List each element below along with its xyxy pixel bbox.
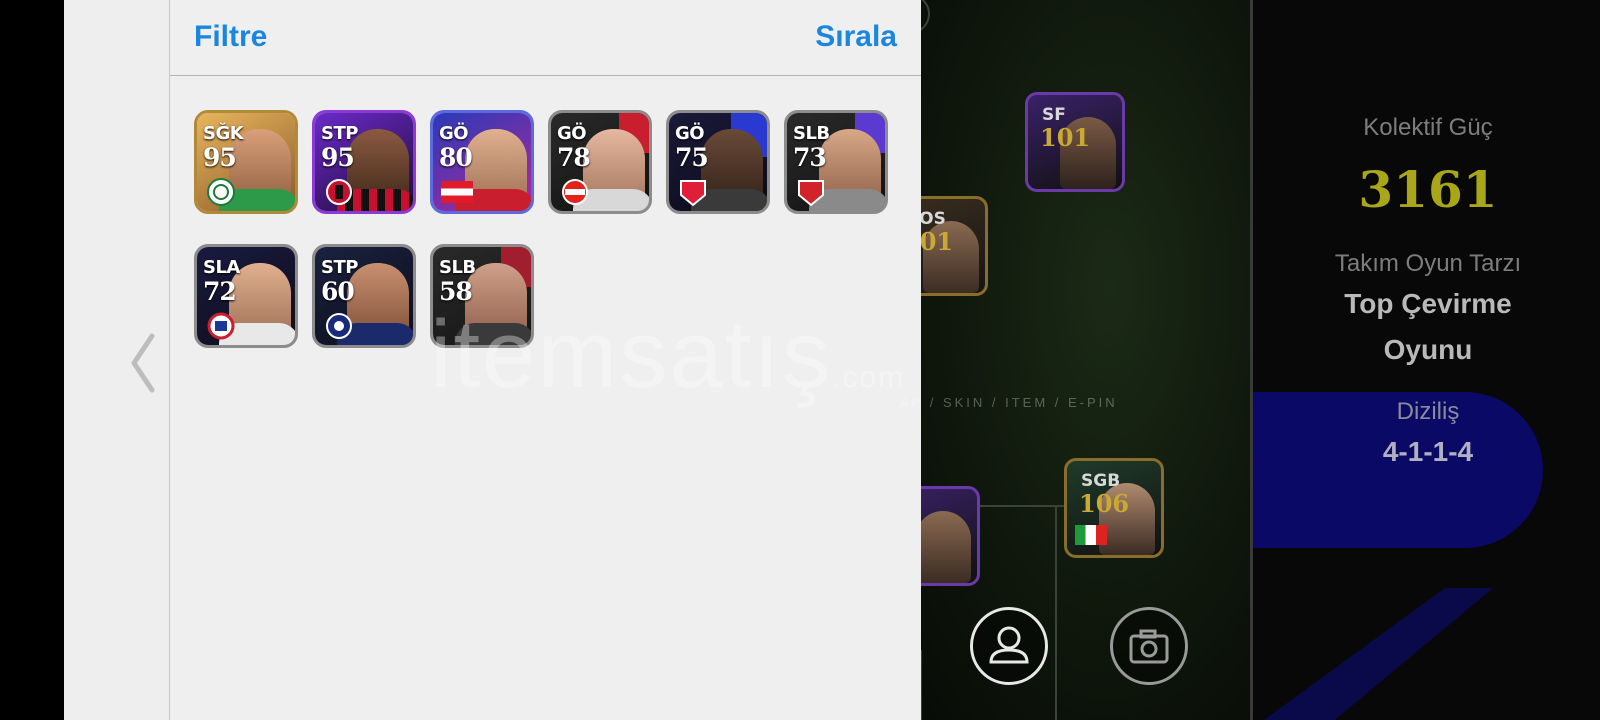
player-card[interactable]: GÖ 78: [548, 110, 652, 214]
player-position: SĞK: [203, 123, 244, 144]
celtic-crest-icon: [207, 178, 235, 206]
team-playstyle-value: Top Çevirme: [1344, 288, 1512, 319]
player-position: SLB: [439, 257, 476, 278]
player-position: SF: [1042, 105, 1066, 125]
player-rating: 73: [793, 143, 827, 172]
player-position: SGB: [1081, 471, 1121, 491]
italy-flag-icon: [1075, 525, 1107, 545]
player-portrait: [915, 511, 971, 583]
player-position: GÖ: [439, 123, 469, 144]
player-card[interactable]: SLB 58: [430, 244, 534, 348]
nordsjaelland-crest-icon: [798, 180, 824, 207]
player-selection-panel: Filtre Sırala SĞK 95 STP 95 GÖ 80 GÖ 78 …: [170, 0, 921, 720]
profile-button[interactable]: [970, 607, 1048, 685]
player-rating: 95: [321, 143, 355, 172]
lille-crest-icon: [680, 180, 706, 207]
player-position: STP: [321, 257, 358, 278]
pitch-line: [1055, 505, 1057, 720]
formation-pitch: SF 101 DOS 101 SGB 106: [900, 0, 1250, 720]
team-playstyle-value-line2: Oyunu: [1383, 334, 1473, 365]
collective-power-label: Kolektif Güç: [1363, 114, 1493, 141]
filter-button[interactable]: Filtre: [194, 20, 267, 54]
player-rating: 101: [1040, 123, 1091, 152]
player-rating: 60: [321, 277, 355, 306]
player-card[interactable]: GÖ 75: [666, 110, 770, 214]
player-position: STP: [321, 123, 358, 144]
player-card[interactable]: STP 95: [312, 110, 416, 214]
player-rating: 72: [203, 277, 237, 306]
sort-button[interactable]: Sırala: [815, 20, 897, 54]
team-player-card[interactable]: SGB 106: [1064, 458, 1164, 558]
collective-power-value: 3161: [1358, 160, 1498, 219]
panel-header: Filtre Sırala: [170, 0, 921, 76]
player-rating: 106: [1079, 489, 1130, 518]
player-card[interactable]: SĞK 95: [194, 110, 298, 214]
player-card[interactable]: SLB 73: [784, 110, 888, 214]
club-crest-icon: [207, 312, 235, 340]
player-rating: 78: [557, 143, 591, 172]
player-position: GÖ: [675, 123, 705, 144]
player-shirt: [455, 323, 531, 345]
person-icon: [989, 626, 1029, 664]
player-card[interactable]: STP 60: [312, 244, 416, 348]
kasimpasa-crest-icon: [326, 313, 352, 339]
player-rating: 75: [675, 143, 709, 172]
team-playstyle-label: Takım Oyun Tarzı: [1334, 250, 1522, 277]
camera-icon: [1129, 629, 1169, 664]
austria-flag-icon: [441, 181, 473, 203]
player-position: SLA: [203, 257, 240, 278]
player-rating: 95: [203, 143, 237, 172]
formation-value[interactable]: 4-1-1-4: [1253, 436, 1600, 468]
player-position: SLB: [793, 123, 830, 144]
chevron-left-icon[interactable]: [128, 332, 158, 394]
camera-button[interactable]: [1110, 607, 1188, 685]
player-card[interactable]: GÖ 80: [430, 110, 534, 214]
leverkusen-crest-icon: [562, 179, 588, 205]
team-player-card[interactable]: SF 101: [1025, 92, 1125, 192]
player-position: GÖ: [557, 123, 587, 144]
formation-label: Diziliş: [1396, 398, 1460, 425]
player-rating: 58: [439, 277, 473, 306]
player-rating: 80: [439, 143, 473, 172]
player-card[interactable]: SLA 72: [194, 244, 298, 348]
ac-milan-crest-icon: [326, 179, 352, 205]
